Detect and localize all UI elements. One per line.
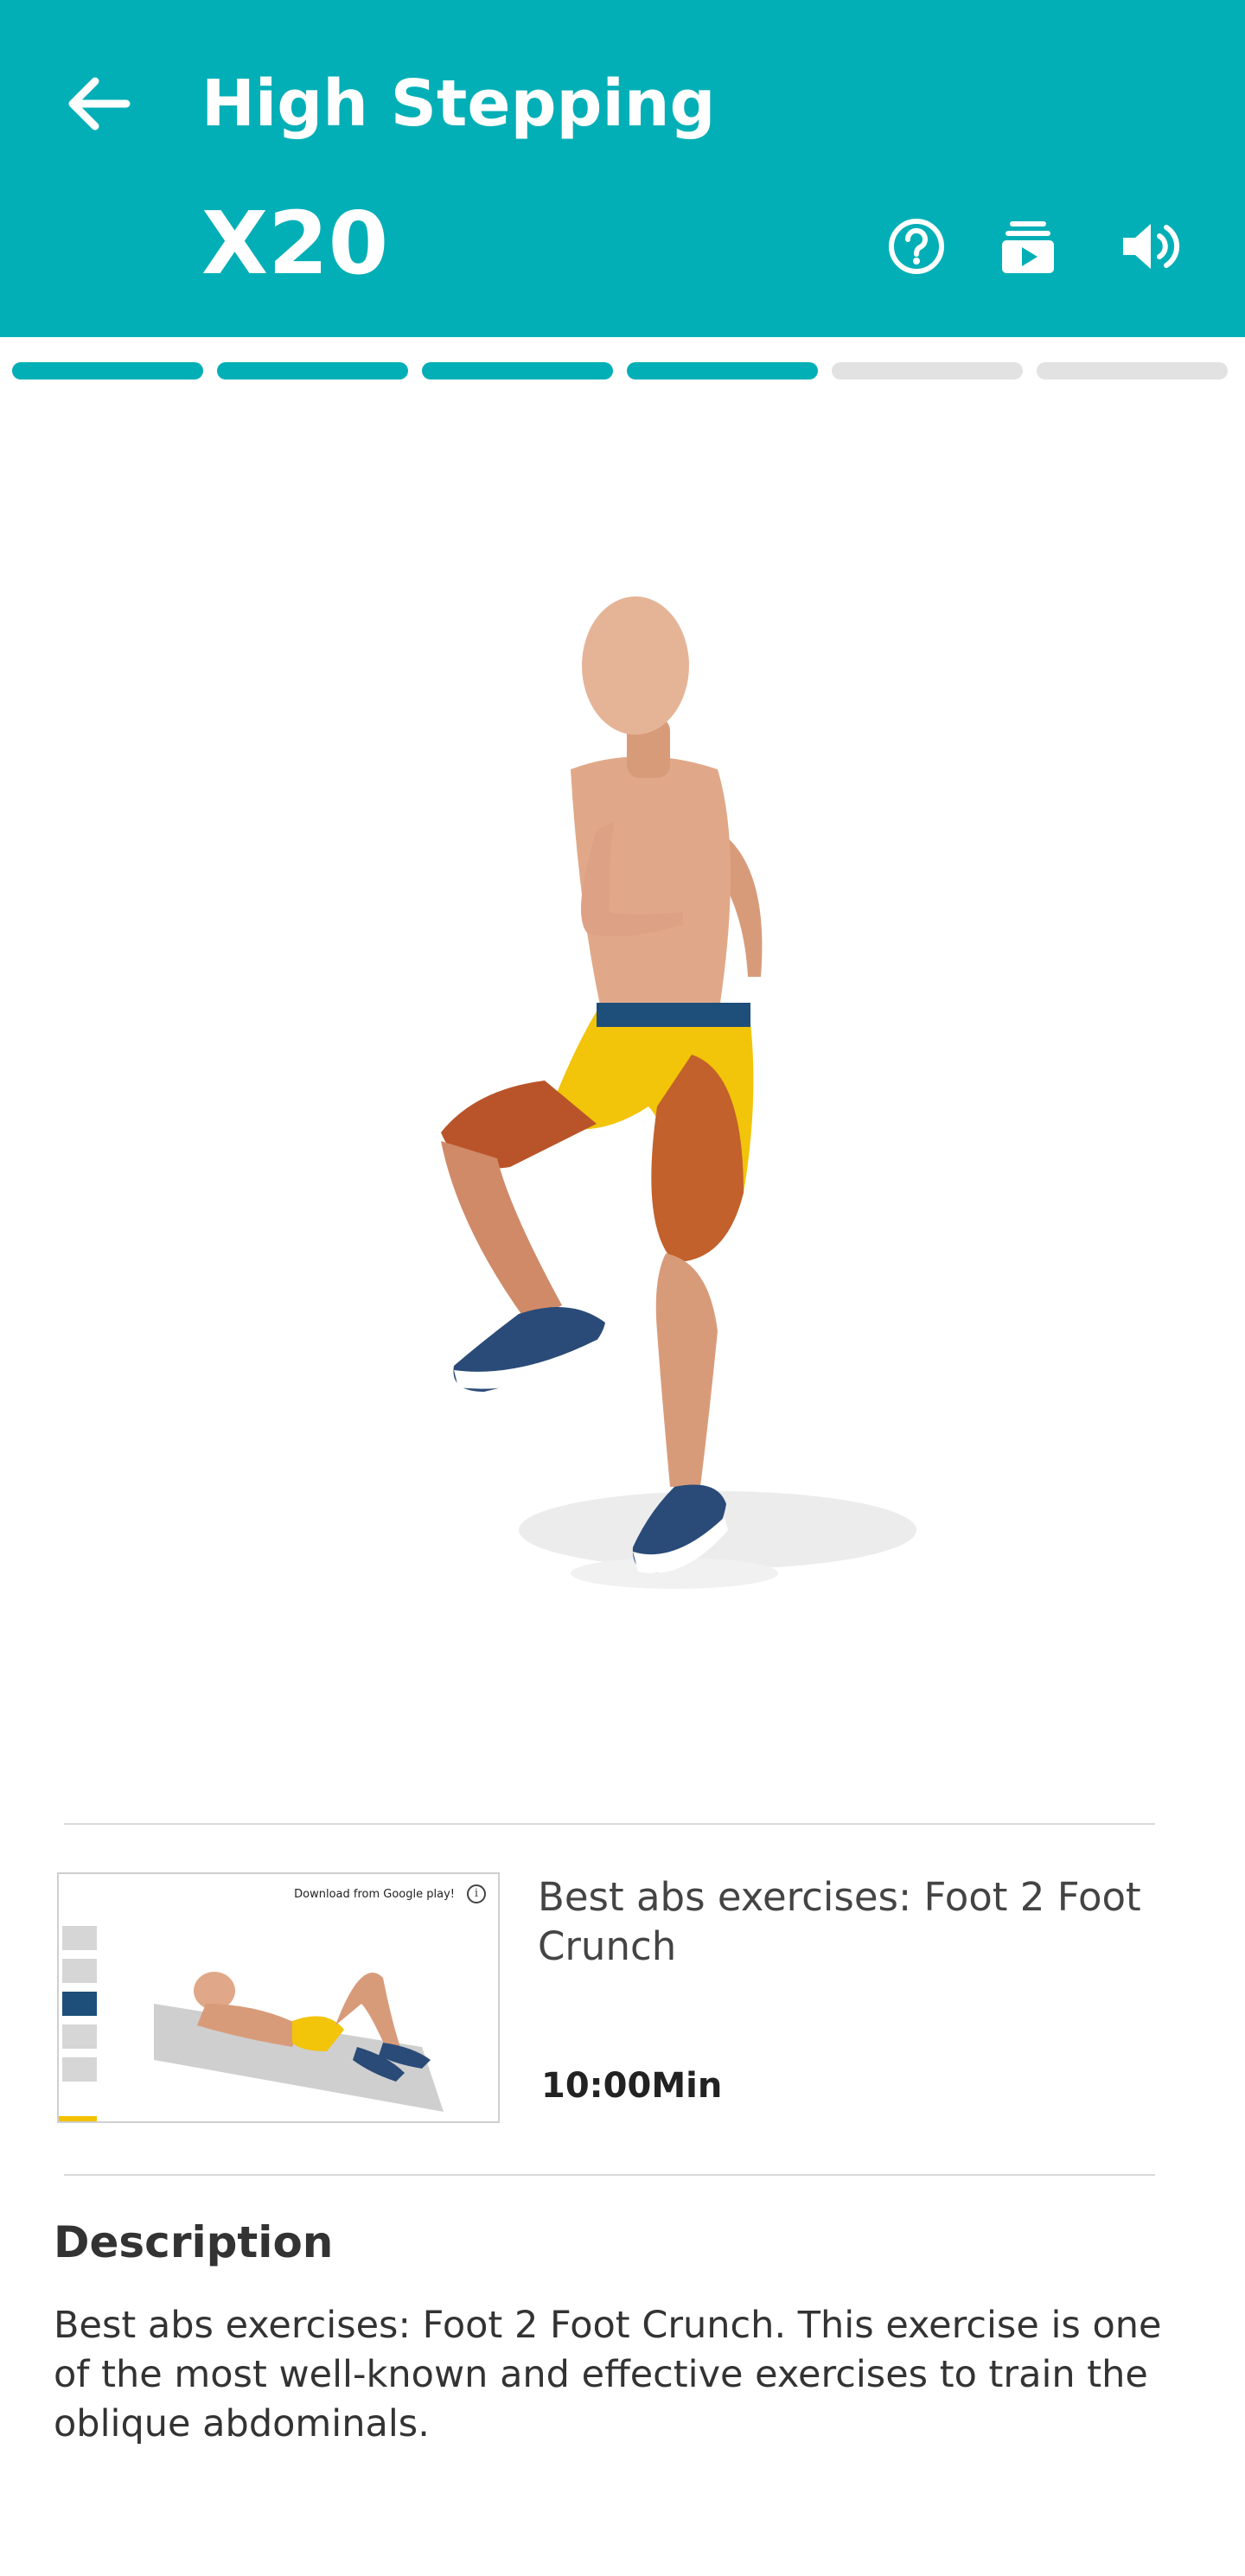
description-heading: Description: [54, 2217, 334, 2267]
help-button[interactable]: [872, 201, 961, 291]
back-button[interactable]: [54, 59, 144, 149]
exercise-animation-figure: [441, 596, 916, 1589]
progress-segment: [12, 362, 203, 379]
section-divider: [64, 2174, 1155, 2176]
help-circle-icon: [889, 219, 944, 274]
playlist-play-icon: [1002, 221, 1054, 273]
app-header: High Stepping X20: [0, 0, 1245, 337]
video-title[interactable]: Best abs exercises: Foot 2 Foot Crunch: [538, 1872, 1160, 1971]
related-video-card[interactable]: Download from Google play! i Best abs ex…: [57, 1872, 1172, 2123]
exercise-title: High Stepping: [201, 67, 716, 141]
progress-segment: [422, 362, 613, 379]
exercise-progress-bar: [12, 362, 1228, 379]
repetition-count: X20: [201, 193, 389, 294]
volume-icon: [1123, 224, 1180, 269]
progress-segment: [832, 362, 1023, 379]
progress-segment: [627, 362, 818, 379]
arrow-left-icon: [68, 77, 131, 131]
video-thumbnail[interactable]: Download from Google play! i: [57, 1872, 500, 2123]
section-divider: [64, 1823, 1155, 1825]
description-text: Best abs exercises: Foot 2 Foot Crunch. …: [54, 2304, 1162, 2445]
progress-segment: [217, 362, 408, 379]
sound-toggle-button[interactable]: [1105, 201, 1195, 291]
progress-segment: [1037, 362, 1228, 379]
video-duration: 10:00Min: [541, 2066, 723, 2106]
video-playlist-button[interactable]: [983, 201, 1073, 291]
crunch-figure-thumbnail: [154, 1972, 444, 2112]
